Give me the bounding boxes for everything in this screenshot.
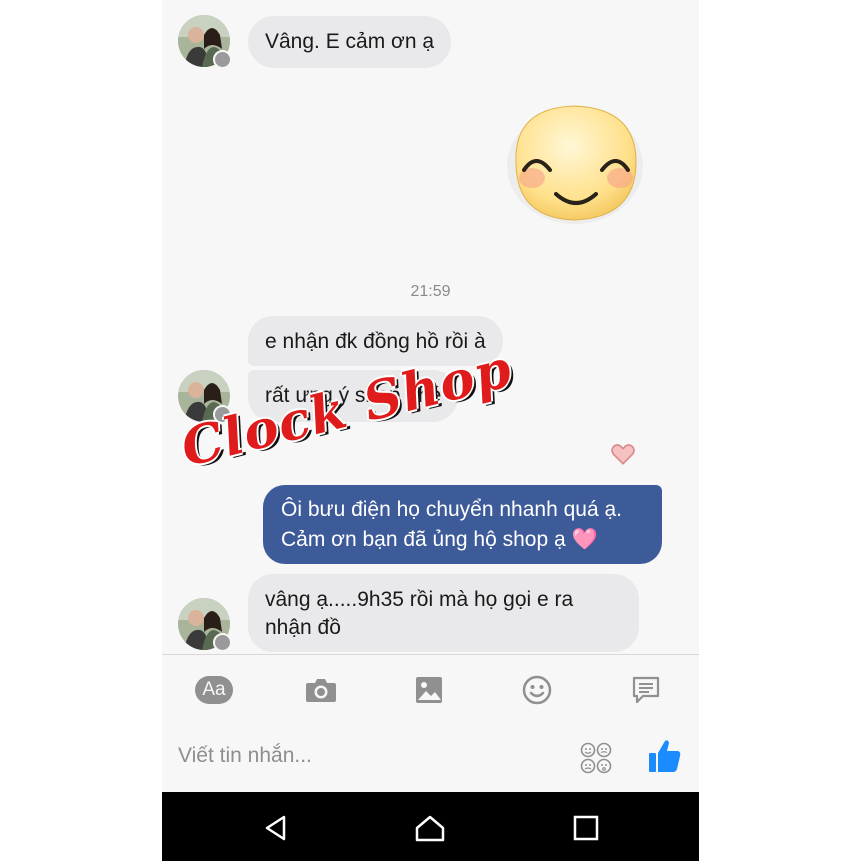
- chat-icon[interactable]: [624, 668, 668, 712]
- recents-icon[interactable]: [564, 806, 608, 850]
- message-text-line: Ôi bưu điện họ chuyển nhanh quá ạ.: [281, 498, 622, 521]
- heart-emoji-icon: 🩷: [571, 528, 598, 551]
- text-format-icon[interactable]: Aa: [192, 668, 236, 712]
- composer-divider: [162, 654, 699, 655]
- heart-reaction-icon[interactable]: [610, 441, 636, 467]
- back-icon[interactable]: [254, 806, 298, 850]
- message-bubble-incoming[interactable]: Vâng. E cảm ơn ạ: [248, 16, 452, 68]
- home-icon[interactable]: [408, 806, 452, 850]
- like-thumb-icon[interactable]: [648, 738, 682, 774]
- message-bubble-incoming[interactable]: vâng ạ.....9h35 rồi mà họ gọi e ra nhận …: [248, 574, 639, 652]
- message-text: vâng ạ.....9h35 rồi mà họ gọi e ra nhận …: [265, 588, 574, 639]
- timestamp: 21:59: [410, 283, 451, 300]
- android-navigation-bar: [162, 792, 699, 861]
- image-icon[interactable]: [407, 668, 451, 712]
- message-bubble-outgoing[interactable]: Ôi bưu điện họ chuyển nhanh quá ạ. Cảm ơ…: [263, 485, 662, 564]
- message-input[interactable]: Viết tin nhắn...: [178, 744, 312, 768]
- message-text-line: Cảm ơn bạn đã ủng hộ shop ạ 🩷: [281, 528, 598, 551]
- message-text: Vâng. E cảm ơn ạ: [265, 30, 435, 53]
- sticker-picker-icon[interactable]: [580, 742, 612, 774]
- aa-label: Aa: [195, 676, 233, 704]
- camera-icon[interactable]: [299, 668, 343, 712]
- message-input-placeholder: Viết tin nhắn...: [178, 744, 312, 767]
- emoji-icon[interactable]: [515, 668, 559, 712]
- facebook-badge-icon: [213, 50, 232, 69]
- facebook-badge-icon: [213, 633, 232, 652]
- smiley-sticker[interactable]: [504, 100, 646, 228]
